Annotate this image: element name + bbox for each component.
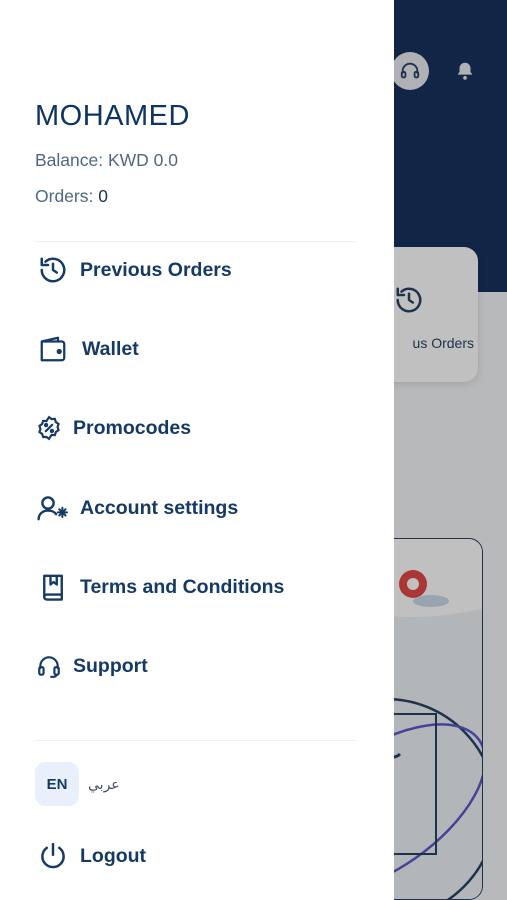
orders-info: Orders: 0	[35, 186, 108, 207]
orders-count: 0	[98, 186, 108, 206]
history-icon	[35, 252, 71, 288]
language-ar-button[interactable]: عربي	[88, 776, 120, 793]
menu-label: Wallet	[82, 337, 139, 360]
headset-icon	[35, 648, 63, 684]
menu-item-account-settings[interactable]: Account settings	[35, 486, 365, 530]
menu-label: Promocodes	[73, 416, 192, 439]
book-icon	[35, 569, 71, 605]
language-en-button[interactable]: EN	[35, 762, 79, 806]
menu-item-support[interactable]: Support	[35, 644, 365, 688]
menu-label: Previous Orders	[80, 258, 232, 281]
balance-text: Balance: KWD 0.0	[35, 150, 178, 170]
menu-item-previous-orders[interactable]: Previous Orders	[35, 248, 365, 292]
user-name: MOHAMED	[35, 100, 190, 132]
logout-button[interactable]: Logout	[35, 834, 365, 878]
menu-label: Support	[73, 654, 148, 677]
orders-label: Orders:	[35, 186, 94, 206]
logout-label: Logout	[80, 844, 147, 867]
power-icon	[35, 838, 71, 874]
divider	[35, 740, 355, 741]
wallet-icon	[35, 331, 71, 367]
divider	[35, 241, 355, 242]
menu-label: Terms and Conditions	[80, 575, 285, 598]
language-switcher: EN عربي	[35, 762, 120, 806]
menu-item-terms[interactable]: Terms and Conditions	[35, 565, 365, 609]
menu-label: Account settings	[80, 496, 239, 519]
user-settings-icon	[35, 490, 71, 526]
menu-item-promocodes[interactable]: Promocodes	[35, 406, 365, 450]
navigation-drawer: MOHAMED Balance: KWD 0.0 Orders: 0 Previ…	[0, 0, 394, 900]
promo-percent-icon	[35, 410, 63, 446]
menu-item-wallet[interactable]: Wallet	[35, 327, 365, 371]
